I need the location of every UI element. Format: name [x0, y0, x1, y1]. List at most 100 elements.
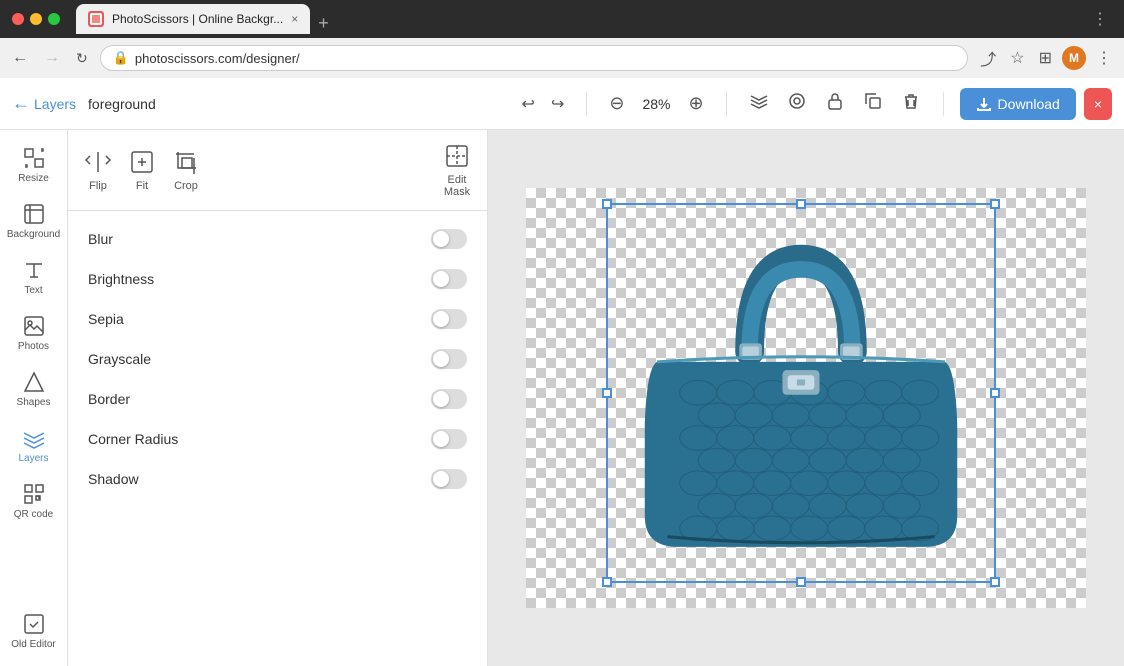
traffic-light-red[interactable] — [12, 13, 24, 25]
handle-br[interactable] — [990, 577, 1000, 587]
close-btn[interactable]: × — [1084, 88, 1112, 120]
sidebar-label-resize: Resize — [18, 173, 49, 184]
sidebar-item-qr[interactable]: QR code — [5, 474, 63, 528]
toggle-thumb-shadow — [433, 471, 449, 487]
filter-toggle-sepia[interactable] — [431, 309, 467, 329]
toolbar-actions — [743, 85, 927, 122]
edit-mask-label: EditMask — [444, 174, 470, 198]
redo-btn[interactable]: ↪ — [545, 88, 570, 120]
zoom-out-btn[interactable]: ⊖ — [603, 87, 630, 120]
address-bar[interactable]: 🔒 photoscissors.com/designer/ — [100, 45, 969, 71]
sidebar-item-old-editor[interactable]: Old Editor — [5, 604, 63, 658]
flip-tool[interactable]: Flip — [84, 148, 112, 192]
sidebar-label-background: Background — [7, 229, 60, 240]
handle-tl[interactable] — [602, 199, 612, 209]
user-avatar[interactable]: M — [1062, 46, 1086, 70]
background-icon — [22, 202, 46, 226]
sidebar-item-resize[interactable]: Resize — [5, 138, 63, 192]
photos-icon — [22, 314, 46, 338]
app: ← Layers foreground ↩ ↪ ⊖ 28% ⊕ — [0, 78, 1124, 666]
download-icon — [976, 96, 992, 112]
extensions-btn[interactable]: ⊞ — [1035, 44, 1056, 72]
sidebar-item-shapes[interactable]: Shapes — [5, 362, 63, 416]
new-tab-btn[interactable]: + — [310, 13, 337, 34]
filter-toggle-shadow[interactable] — [431, 469, 467, 489]
filter-toggle-brightness[interactable] — [431, 269, 467, 289]
toggle-thumb-corner-radius — [433, 431, 449, 447]
filter-label-blur: Blur — [88, 231, 431, 247]
resize-icon — [22, 146, 46, 170]
handle-mr[interactable] — [990, 388, 1000, 398]
sidebar-label-old-editor: Old Editor — [11, 639, 55, 650]
paint-icon-btn[interactable] — [781, 85, 813, 122]
browser-menu-btn[interactable]: ⋮ — [1088, 5, 1112, 33]
filter-label-sepia: Sepia — [88, 311, 431, 327]
layer-title: foreground — [88, 96, 156, 112]
old-editor-icon — [22, 612, 46, 636]
toggle-thumb-sepia — [433, 311, 449, 327]
filter-label-shadow: Shadow — [88, 471, 431, 487]
filter-label-corner-radius: Corner Radius — [88, 431, 431, 447]
crop-tool[interactable]: Crop — [172, 148, 200, 192]
tab-title: PhotoScissors | Online Backgr... — [112, 12, 283, 26]
zoom-control: ⊖ 28% ⊕ — [603, 87, 709, 120]
filter-toggle-blur[interactable] — [431, 229, 467, 249]
lock-icon-btn[interactable] — [819, 85, 851, 122]
back-label: Layers — [34, 96, 76, 112]
edit-tools: Flip Fit Crop EditMask — [68, 130, 487, 211]
canvas-inner — [526, 188, 1086, 608]
canvas-area[interactable] — [488, 130, 1124, 666]
sidebar-label-text: Text — [24, 285, 42, 296]
trash-icon-btn[interactable] — [895, 85, 927, 122]
handle-tc[interactable] — [796, 199, 806, 209]
back-to-layers-btn[interactable]: ← Layers — [12, 93, 76, 114]
browser-chrome: PhotoScissors | Online Backgr... × + ⋮ ←… — [0, 0, 1124, 78]
crop-icon — [172, 148, 200, 176]
main-content: Resize Background Text Photos Shapes Lay… — [0, 130, 1124, 666]
copy-icon-btn[interactable] — [857, 85, 889, 122]
fit-tool[interactable]: Fit — [128, 148, 156, 192]
refresh-btn[interactable]: ↻ — [72, 46, 92, 71]
sidebar-item-layers[interactable]: Layers — [5, 418, 63, 472]
filter-toggle-border[interactable] — [431, 389, 467, 409]
browser-more-btn[interactable]: ⋮ — [1092, 44, 1116, 72]
filter-label-brightness: Brightness — [88, 271, 431, 287]
filter-row-brightness: Brightness — [68, 259, 487, 299]
filter-row-blur: Blur — [68, 219, 487, 259]
share-btn[interactable]: ⤴ — [976, 42, 1000, 74]
edit-panel: Flip Fit Crop EditMask Blur Brightness Sep… — [68, 130, 488, 666]
edit-mask-btn[interactable]: EditMask — [443, 142, 471, 198]
traffic-light-green[interactable] — [48, 13, 60, 25]
handle-ml[interactable] — [602, 388, 612, 398]
filter-toggle-grayscale[interactable] — [431, 349, 467, 369]
back-btn[interactable]: ← — [8, 45, 32, 71]
toggle-thumb-grayscale — [433, 351, 449, 367]
selection-box — [606, 203, 996, 583]
crop-label: Crop — [174, 180, 198, 192]
toggle-thumb-border — [433, 391, 449, 407]
tab-close-btn[interactable]: × — [291, 12, 298, 26]
sidebar-item-photos[interactable]: Photos — [5, 306, 63, 360]
bookmark-btn[interactable]: ☆ — [1006, 44, 1028, 72]
handle-tr[interactable] — [990, 199, 1000, 209]
layers-icon-btn[interactable] — [743, 85, 775, 122]
sidebar-item-text[interactable]: Text — [5, 250, 63, 304]
handle-bl[interactable] — [602, 577, 612, 587]
sidebar-label-layers: Layers — [18, 453, 48, 464]
traffic-light-yellow[interactable] — [30, 13, 42, 25]
url-text: photoscissors.com/designer/ — [135, 51, 300, 66]
download-btn[interactable]: Download — [960, 88, 1076, 120]
browser-toolbar-icons: ⤴ ☆ ⊞ M ⋮ — [976, 42, 1116, 74]
text-icon — [22, 258, 46, 282]
undo-redo-group: ↩ ↪ — [516, 88, 571, 120]
zoom-value: 28% — [636, 96, 676, 112]
zoom-in-btn[interactable]: ⊕ — [682, 87, 709, 120]
active-tab[interactable]: PhotoScissors | Online Backgr... × — [76, 4, 310, 34]
filter-toggle-corner-radius[interactable] — [431, 429, 467, 449]
undo-btn[interactable]: ↩ — [516, 88, 541, 120]
left-sidebar: Resize Background Text Photos Shapes Lay… — [0, 130, 68, 666]
filter-row-shadow: Shadow — [68, 459, 487, 499]
sidebar-item-background[interactable]: Background — [5, 194, 63, 248]
handle-bc[interactable] — [796, 577, 806, 587]
forward-btn[interactable]: → — [40, 45, 64, 71]
